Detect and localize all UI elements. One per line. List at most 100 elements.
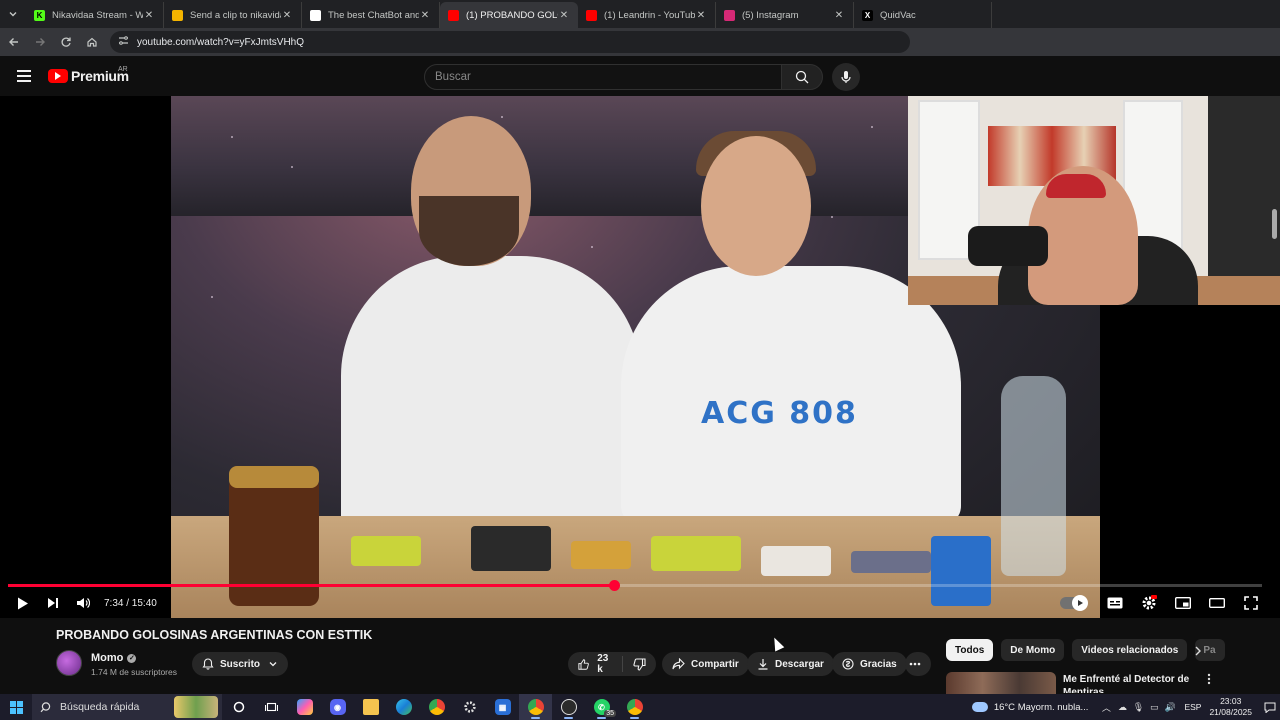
close-tab-icon[interactable]: ✕ bbox=[143, 10, 155, 21]
taskbar-store[interactable]: ▦ bbox=[486, 694, 519, 720]
download-button[interactable]: Descargar bbox=[747, 652, 834, 676]
player-controls-right bbox=[1060, 590, 1266, 616]
menu-icon[interactable] bbox=[17, 70, 31, 82]
recommended-video-thumbnail[interactable] bbox=[946, 672, 1056, 694]
like-count: 23 k bbox=[597, 653, 609, 675]
browser-tab[interactable]: (5) Instagram ✕ bbox=[716, 2, 854, 28]
like-button[interactable]: 23 k bbox=[568, 653, 623, 675]
page-scrollbar[interactable] bbox=[1270, 209, 1278, 694]
progress-bar[interactable] bbox=[8, 580, 1262, 591]
browser-tab[interactable]: The best ChatBot and Wi✕ bbox=[302, 2, 440, 28]
onedrive-icon[interactable]: ☁ bbox=[1114, 702, 1130, 713]
chrome-icon bbox=[428, 699, 445, 715]
tab-search-button[interactable] bbox=[0, 0, 26, 28]
taskbar-chrome[interactable] bbox=[420, 694, 453, 720]
diamond-icon bbox=[310, 9, 321, 21]
kick-icon: K bbox=[34, 9, 45, 21]
browser-tab[interactable]: Send a clip to nikavida | D✕ bbox=[164, 2, 302, 28]
back-button[interactable] bbox=[2, 30, 26, 54]
browser-tab-title: The best ChatBot and Wi bbox=[328, 9, 419, 21]
browser-tab[interactable]: K Nikavidaa Stream - Watch✕ bbox=[26, 2, 164, 28]
close-tab-icon[interactable]: ✕ bbox=[281, 10, 293, 21]
taskbar-obs[interactable] bbox=[552, 694, 585, 720]
thanks-label: Gracias bbox=[860, 658, 897, 670]
autoplay-toggle[interactable] bbox=[1060, 595, 1088, 611]
cortana-button[interactable] bbox=[222, 694, 255, 720]
input-language[interactable]: ESP bbox=[1184, 702, 1201, 712]
mouse-cursor bbox=[769, 635, 785, 652]
theater-mode-button[interactable] bbox=[1202, 591, 1232, 615]
settings-button[interactable] bbox=[1134, 591, 1164, 615]
download-label: Descargar bbox=[775, 658, 824, 670]
more-actions-button[interactable] bbox=[905, 652, 931, 676]
fullscreen-button[interactable] bbox=[1236, 591, 1266, 615]
dislike-button[interactable] bbox=[623, 657, 656, 671]
filter-chip[interactable]: Todos bbox=[946, 639, 994, 661]
start-button[interactable] bbox=[0, 694, 32, 720]
close-tab-icon[interactable]: ✕ bbox=[419, 10, 431, 21]
miniplayer-button[interactable] bbox=[1168, 591, 1198, 615]
voice-search-button[interactable] bbox=[832, 63, 860, 91]
share-button[interactable]: Compartir bbox=[662, 652, 749, 676]
chevron-up-icon[interactable]: ︿ bbox=[1098, 701, 1114, 714]
taskbar-discord[interactable]: ◉ bbox=[321, 694, 354, 720]
taskbar-chrome-profile[interactable] bbox=[618, 694, 651, 720]
volume-button[interactable] bbox=[68, 591, 98, 615]
clip-icon bbox=[172, 9, 183, 21]
shirt-print-text: ACG 808 bbox=[701, 396, 858, 431]
video-player[interactable]: ACG 808 bbox=[0, 96, 1280, 618]
site-info-icon[interactable] bbox=[118, 35, 129, 49]
speaker-icon[interactable]: 🔊 bbox=[1162, 702, 1178, 713]
browser-tab[interactable]: (1) PROBANDO GOLOSIN✕ bbox=[440, 2, 578, 28]
forward-button[interactable] bbox=[28, 30, 52, 54]
browser-tab[interactable]: (1) Leandrin - YouTube ✕ bbox=[578, 2, 716, 28]
search-input[interactable] bbox=[435, 71, 781, 83]
close-tab-icon[interactable]: ✕ bbox=[558, 10, 570, 21]
search-button[interactable] bbox=[781, 64, 823, 90]
close-tab-icon[interactable]: ✕ bbox=[833, 10, 845, 21]
recommended-video-title[interactable]: Me Enfrenté al Detector de Mentiras bbox=[1063, 673, 1193, 693]
more-vertical-icon[interactable] bbox=[1203, 673, 1215, 689]
theater-mode-icon bbox=[1209, 598, 1225, 608]
youtube-icon bbox=[448, 9, 459, 21]
taskbar-clock[interactable]: 23:03 21/08/2025 bbox=[1209, 696, 1252, 718]
reload-icon bbox=[61, 37, 71, 47]
network-icon[interactable]: ▭ bbox=[1146, 702, 1162, 713]
notifications-icon[interactable] bbox=[1260, 698, 1280, 716]
taskbar-search[interactable]: Búsqueda rápida bbox=[32, 694, 222, 720]
filter-chip[interactable]: Videos relacionados bbox=[1072, 639, 1188, 661]
address-bar[interactable]: youtube.com/watch?v=yFxJmtsVHhQ bbox=[110, 31, 910, 53]
browser-tab[interactable]: X QuidVac bbox=[854, 2, 992, 28]
taskbar-file-explorer[interactable] bbox=[354, 694, 387, 720]
subtitles-button[interactable] bbox=[1100, 591, 1130, 615]
task-view-button[interactable] bbox=[255, 694, 288, 720]
weather-widget[interactable]: 16°C Mayorm. nubla... bbox=[971, 702, 1088, 713]
close-tab-icon[interactable]: ✕ bbox=[695, 10, 707, 21]
channel-name-row[interactable]: Momo ✓ bbox=[91, 652, 137, 664]
taskbar-chrome-active[interactable] bbox=[519, 694, 552, 720]
cloud-icon bbox=[971, 702, 988, 712]
thanks-button[interactable]: Gracias bbox=[832, 652, 907, 676]
copilot-icon bbox=[296, 699, 313, 715]
subscribed-button[interactable]: Suscrito bbox=[192, 652, 289, 676]
home-button[interactable] bbox=[80, 30, 104, 54]
channel-avatar[interactable] bbox=[56, 650, 82, 676]
next-button[interactable] bbox=[38, 591, 68, 615]
streamer-microphone bbox=[968, 226, 1048, 266]
bell-icon bbox=[202, 658, 214, 670]
taskbar-settings[interactable] bbox=[453, 694, 486, 720]
scrollbar-thumb[interactable] bbox=[1272, 209, 1277, 239]
youtube-premium-logo[interactable]: Premium AR bbox=[48, 66, 129, 84]
chevron-right-icon bbox=[1195, 646, 1201, 656]
play-button[interactable] bbox=[8, 591, 38, 615]
channel-name[interactable]: Momo bbox=[91, 652, 123, 664]
reload-button[interactable] bbox=[54, 30, 78, 54]
filter-chip[interactable]: De Momo bbox=[1001, 639, 1065, 661]
chips-next-button[interactable] bbox=[1188, 641, 1208, 661]
microphone-icon[interactable]: 🎙 bbox=[1130, 702, 1146, 713]
candy-wrapper bbox=[761, 546, 831, 576]
chevron-down-icon bbox=[9, 12, 17, 17]
taskbar-copilot[interactable] bbox=[288, 694, 321, 720]
taskbar-whatsapp[interactable]: ✆ 35 bbox=[585, 694, 618, 720]
taskbar-edge[interactable] bbox=[387, 694, 420, 720]
